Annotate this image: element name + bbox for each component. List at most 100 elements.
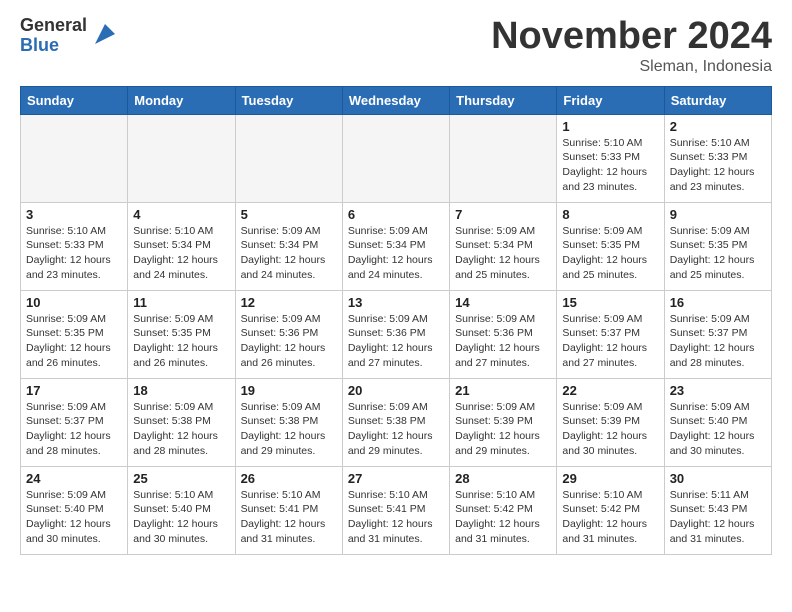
calendar-cell: 2 Sunrise: 5:10 AM Sunset: 5:33 PM Daylig… [664, 114, 771, 202]
cell-info: Sunrise: 5:09 AM Sunset: 5:36 PM Dayligh… [241, 312, 337, 371]
week-row-4: 24 Sunrise: 5:09 AM Sunset: 5:40 PM Dayli… [21, 466, 772, 554]
day-number: 3 [26, 207, 122, 222]
cell-info: Sunrise: 5:10 AM Sunset: 5:41 PM Dayligh… [241, 488, 337, 547]
cell-info: Sunrise: 5:09 AM Sunset: 5:35 PM Dayligh… [26, 312, 122, 371]
calendar-cell [128, 114, 235, 202]
day-number: 22 [562, 383, 658, 398]
day-number: 28 [455, 471, 551, 486]
calendar-cell: 30 Sunrise: 5:11 AM Sunset: 5:43 PM Dayli… [664, 466, 771, 554]
logo-area: General Blue [20, 16, 119, 56]
calendar-cell: 11Sunrise: 5:09 AM Sunset: 5:35 PM Dayli… [128, 290, 235, 378]
calendar-cell: 10 Sunrise: 5:09 AM Sunset: 5:35 PM Dayli… [21, 290, 128, 378]
header-cell-monday: Monday [128, 86, 235, 114]
day-number: 8 [562, 207, 658, 222]
calendar-cell: 25 Sunrise: 5:10 AM Sunset: 5:40 PM Dayli… [128, 466, 235, 554]
cell-info: Sunrise: 5:09 AM Sunset: 5:37 PM Dayligh… [562, 312, 658, 371]
calendar-cell: 16Sunrise: 5:09 AM Sunset: 5:37 PM Dayli… [664, 290, 771, 378]
cell-info: Sunrise: 5:10 AM Sunset: 5:41 PM Dayligh… [348, 488, 444, 547]
day-number: 1 [562, 119, 658, 134]
cell-info: Sunrise: 5:09 AM Sunset: 5:37 PM Dayligh… [670, 312, 766, 371]
calendar-cell [342, 114, 449, 202]
calendar-cell: 23Sunrise: 5:09 AM Sunset: 5:40 PM Dayli… [664, 378, 771, 466]
cell-info: Sunrise: 5:10 AM Sunset: 5:33 PM Dayligh… [26, 224, 122, 283]
calendar-cell [235, 114, 342, 202]
calendar-cell: 19Sunrise: 5:09 AM Sunset: 5:38 PM Dayli… [235, 378, 342, 466]
cell-info: Sunrise: 5:09 AM Sunset: 5:35 PM Dayligh… [670, 224, 766, 283]
calendar-cell: 4 Sunrise: 5:10 AM Sunset: 5:34 PM Daylig… [128, 202, 235, 290]
cell-info: Sunrise: 5:11 AM Sunset: 5:43 PM Dayligh… [670, 488, 766, 547]
cell-info: Sunrise: 5:09 AM Sunset: 5:34 PM Dayligh… [455, 224, 551, 283]
day-number: 19 [241, 383, 337, 398]
calendar-table: SundayMondayTuesdayWednesdayThursdayFrid… [20, 86, 772, 555]
calendar-cell: 12 Sunrise: 5:09 AM Sunset: 5:36 PM Dayli… [235, 290, 342, 378]
calendar-cell: 18 Sunrise: 5:09 AM Sunset: 5:38 PM Dayli… [128, 378, 235, 466]
calendar-cell: 27 Sunrise: 5:10 AM Sunset: 5:41 PM Dayli… [342, 466, 449, 554]
calendar-cell: 28 Sunrise: 5:10 AM Sunset: 5:42 PM Dayli… [450, 466, 557, 554]
logo-general: General [20, 16, 87, 36]
header-cell-wednesday: Wednesday [342, 86, 449, 114]
week-row-2: 10 Sunrise: 5:09 AM Sunset: 5:35 PM Dayli… [21, 290, 772, 378]
month-title: November 2024 [491, 16, 772, 58]
cell-info: Sunrise: 5:09 AM Sunset: 5:38 PM Dayligh… [348, 400, 444, 459]
cell-info: Sunrise: 5:09 AM Sunset: 5:36 PM Dayligh… [455, 312, 551, 371]
cell-info: Sunrise: 5:09 AM Sunset: 5:40 PM Dayligh… [26, 488, 122, 547]
day-number: 21 [455, 383, 551, 398]
calendar-cell [21, 114, 128, 202]
day-number: 2 [670, 119, 766, 134]
day-number: 9 [670, 207, 766, 222]
cell-info: Sunrise: 5:09 AM Sunset: 5:34 PM Dayligh… [348, 224, 444, 283]
cell-info: Sunrise: 5:09 AM Sunset: 5:40 PM Dayligh… [670, 400, 766, 459]
calendar-cell: 24 Sunrise: 5:09 AM Sunset: 5:40 PM Dayli… [21, 466, 128, 554]
calendar-cell: 8 Sunrise: 5:09 AM Sunset: 5:35 PM Daylig… [557, 202, 664, 290]
day-number: 24 [26, 471, 122, 486]
day-number: 25 [133, 471, 229, 486]
calendar-cell: 17Sunrise: 5:09 AM Sunset: 5:37 PM Dayli… [21, 378, 128, 466]
day-number: 5 [241, 207, 337, 222]
calendar-cell: 3 Sunrise: 5:10 AM Sunset: 5:33 PM Daylig… [21, 202, 128, 290]
cell-info: Sunrise: 5:09 AM Sunset: 5:35 PM Dayligh… [562, 224, 658, 283]
week-row-3: 17Sunrise: 5:09 AM Sunset: 5:37 PM Dayli… [21, 378, 772, 466]
calendar-cell: 1 Sunrise: 5:10 AM Sunset: 5:33 PM Daylig… [557, 114, 664, 202]
title-area: November 2024 Sleman, Indonesia [491, 16, 772, 76]
header-cell-friday: Friday [557, 86, 664, 114]
header-cell-saturday: Saturday [664, 86, 771, 114]
cell-info: Sunrise: 5:09 AM Sunset: 5:35 PM Dayligh… [133, 312, 229, 371]
cell-info: Sunrise: 5:09 AM Sunset: 5:39 PM Dayligh… [562, 400, 658, 459]
day-number: 6 [348, 207, 444, 222]
day-number: 26 [241, 471, 337, 486]
header-cell-tuesday: Tuesday [235, 86, 342, 114]
cell-info: Sunrise: 5:09 AM Sunset: 5:39 PM Dayligh… [455, 400, 551, 459]
day-number: 27 [348, 471, 444, 486]
cell-info: Sunrise: 5:10 AM Sunset: 5:40 PM Dayligh… [133, 488, 229, 547]
week-row-1: 3 Sunrise: 5:10 AM Sunset: 5:33 PM Daylig… [21, 202, 772, 290]
day-number: 10 [26, 295, 122, 310]
day-number: 12 [241, 295, 337, 310]
cell-info: Sunrise: 5:10 AM Sunset: 5:34 PM Dayligh… [133, 224, 229, 283]
day-number: 4 [133, 207, 229, 222]
cell-info: Sunrise: 5:10 AM Sunset: 5:33 PM Dayligh… [562, 136, 658, 195]
header: General Blue November 2024 Sleman, Indon… [20, 16, 772, 76]
day-number: 13 [348, 295, 444, 310]
calendar-cell: 5Sunrise: 5:09 AM Sunset: 5:34 PM Daylig… [235, 202, 342, 290]
calendar-cell: 20 Sunrise: 5:09 AM Sunset: 5:38 PM Dayli… [342, 378, 449, 466]
header-cell-sunday: Sunday [21, 86, 128, 114]
calendar-cell: 9 Sunrise: 5:09 AM Sunset: 5:35 PM Daylig… [664, 202, 771, 290]
day-number: 20 [348, 383, 444, 398]
location-title: Sleman, Indonesia [491, 58, 772, 76]
calendar-cell [450, 114, 557, 202]
logo-blue: Blue [20, 36, 87, 56]
cell-info: Sunrise: 5:10 AM Sunset: 5:42 PM Dayligh… [455, 488, 551, 547]
calendar-cell: 13Sunrise: 5:09 AM Sunset: 5:36 PM Dayli… [342, 290, 449, 378]
calendar-cell: 22 Sunrise: 5:09 AM Sunset: 5:39 PM Dayli… [557, 378, 664, 466]
day-number: 30 [670, 471, 766, 486]
day-number: 29 [562, 471, 658, 486]
calendar-cell: 14Sunrise: 5:09 AM Sunset: 5:36 PM Dayli… [450, 290, 557, 378]
calendar-cell: 21 Sunrise: 5:09 AM Sunset: 5:39 PM Dayli… [450, 378, 557, 466]
cell-info: Sunrise: 5:10 AM Sunset: 5:33 PM Dayligh… [670, 136, 766, 195]
calendar-cell: 15 Sunrise: 5:09 AM Sunset: 5:37 PM Dayli… [557, 290, 664, 378]
day-number: 18 [133, 383, 229, 398]
cell-info: Sunrise: 5:09 AM Sunset: 5:38 PM Dayligh… [133, 400, 229, 459]
day-number: 15 [562, 295, 658, 310]
calendar-cell: 6 Sunrise: 5:09 AM Sunset: 5:34 PM Daylig… [342, 202, 449, 290]
header-cell-thursday: Thursday [450, 86, 557, 114]
